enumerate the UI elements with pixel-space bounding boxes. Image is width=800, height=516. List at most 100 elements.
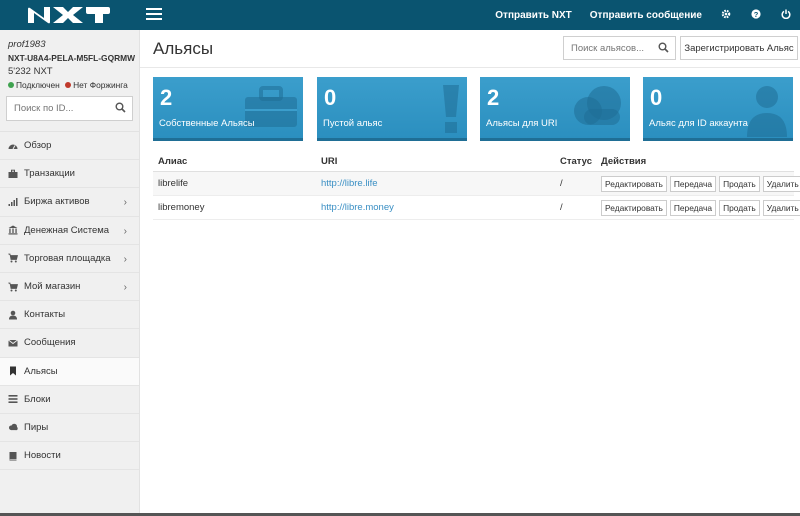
power-icon[interactable] (780, 9, 792, 22)
column-header-uri[interactable]: URI (321, 152, 337, 171)
send-message-link[interactable]: Отправить сообщение (590, 10, 702, 21)
aliases-table: Алиас URI Статус Действия librelife http… (153, 152, 800, 220)
alias-status: / (560, 202, 563, 213)
stat-card-empty-alias[interactable]: 0 Пустой альяс (317, 77, 467, 141)
edit-button[interactable]: Редактировать (601, 199, 667, 216)
stats-cards: 2 Собственные Альясы 0 Пустой альяс 2 Ал… (153, 77, 798, 141)
id-search-input[interactable] (7, 97, 132, 120)
forging-status-label[interactable]: Нет Форжинга (73, 80, 128, 90)
alias-name: libremoney (158, 202, 205, 213)
sidebar-item-blocks[interactable]: Блоки (0, 386, 139, 414)
chevron-right-icon: › (123, 281, 127, 293)
account-balance: 5'232 NXT (8, 66, 53, 77)
row-actions: Редактировать Передача Продать Удалить (601, 172, 800, 195)
column-header-actions: Действия (601, 156, 647, 167)
sidebar: prof1983 NXT-U8A4-PELA-M5FL-GQRMW 5'232 … (0, 30, 140, 516)
page-title: Альясы (153, 39, 214, 58)
signal-icon (8, 197, 18, 207)
list-icon (8, 394, 18, 404)
sidebar-item-label: Альясы (24, 365, 58, 377)
sidebar-item-label: Транзакции (24, 168, 75, 180)
sidebar-item-peers[interactable]: Пиры (0, 414, 139, 443)
sidebar-item-label: Обзор (24, 140, 52, 152)
alias-uri-link[interactable]: http://libre.life (321, 178, 378, 189)
stat-card-own-aliases[interactable]: 2 Собственные Альясы (153, 77, 303, 141)
gear-icon[interactable] (720, 9, 732, 22)
top-navbar: Отправить NXT Отправить сообщение ? (0, 0, 800, 30)
stat-value: 2 (160, 85, 173, 110)
table-row: libremoney http://libre.money / Редактир… (153, 196, 800, 220)
delete-button[interactable]: Удалить (762, 175, 800, 192)
sidebar-item-dashboard[interactable]: Обзор (0, 132, 139, 161)
column-header-alias[interactable]: Алиас (158, 152, 187, 171)
id-search-box (6, 96, 133, 121)
exclamation-icon (439, 83, 463, 138)
search-icon[interactable] (658, 42, 669, 56)
sidebar-item-messages[interactable]: Сообщения (0, 329, 139, 358)
sidebar-item-marketplace[interactable]: Торговая площадка › (0, 245, 139, 273)
sidebar-item-label: Торговая площадка (24, 252, 111, 264)
search-icon[interactable] (115, 102, 126, 116)
sidebar-menu: Обзор Транзакции Биржа активов › Денежна… (0, 131, 139, 471)
sidebar-item-label: Мой магазин (24, 281, 81, 293)
sidebar-item-label: Пиры (24, 421, 49, 433)
bookmark-icon (8, 366, 18, 376)
sidebar-item-label: Биржа активов (24, 196, 90, 208)
page-header: Альясы Зарегистрировать Альяс (140, 30, 800, 68)
stat-label: Альясы для URI (486, 118, 558, 129)
sidebar-item-label: Денежная Система (24, 224, 110, 236)
user-icon (745, 83, 789, 138)
sidebar-item-monetary-system[interactable]: Денежная Система › (0, 217, 139, 245)
stat-label: Альяс для ID аккаунта (649, 118, 748, 129)
stat-label: Собственные Альясы (159, 118, 255, 129)
column-header-status[interactable]: Статус (560, 152, 592, 171)
transfer-button[interactable]: Передача (669, 199, 717, 216)
account-id[interactable]: NXT-U8A4-PELA-M5FL-GQRMW (8, 53, 135, 63)
sidebar-item-label: Блоки (24, 393, 51, 405)
edit-button[interactable]: Редактировать (601, 175, 667, 192)
sidebar-item-label: Новости (24, 450, 61, 462)
table-header-row: Алиас URI Статус Действия (153, 152, 794, 172)
account-info: prof1983 NXT-U8A4-PELA-M5FL-GQRMW 5'232 … (0, 30, 139, 90)
menu-toggle-icon[interactable] (146, 8, 162, 21)
bank-icon (8, 225, 18, 235)
dashboard-icon (8, 141, 18, 151)
chevron-right-icon: › (123, 253, 127, 265)
connected-status-dot (8, 82, 14, 88)
stat-value: 0 (324, 85, 337, 110)
connected-status-label: Подключен (16, 80, 60, 90)
sidebar-item-contacts[interactable]: Контакты (0, 301, 139, 330)
sidebar-item-transactions[interactable]: Транзакции (0, 160, 139, 189)
sell-button[interactable]: Продать (719, 199, 760, 216)
stat-value: 0 (650, 85, 663, 110)
sidebar-item-asset-exchange[interactable]: Биржа активов › (0, 188, 139, 217)
sidebar-item-aliases[interactable]: Альясы (0, 357, 139, 386)
cart-icon (8, 253, 18, 263)
alias-status: / (560, 178, 563, 189)
envelope-icon (8, 338, 18, 348)
question-icon[interactable]: ? (750, 8, 762, 22)
sell-button[interactable]: Продать (719, 175, 760, 192)
table-row: librelife http://libre.life / Редактиров… (153, 172, 800, 196)
delete-button[interactable]: Удалить (762, 199, 800, 216)
book-icon (8, 451, 18, 461)
sidebar-item-label: Контакты (24, 309, 66, 321)
stat-card-uri-aliases[interactable]: 2 Альясы для URI (480, 77, 630, 141)
cart-icon (8, 282, 18, 292)
send-nxt-link[interactable]: Отправить NXT (495, 10, 572, 21)
forging-status-dot (65, 82, 72, 88)
nxt-logo[interactable] (26, 6, 110, 24)
stat-card-account-id-alias[interactable]: 0 Альяс для ID аккаунта (643, 77, 793, 141)
alias-name: librelife (158, 178, 189, 189)
register-alias-button[interactable]: Зарегистрировать Альяс (680, 36, 798, 60)
alias-uri-link[interactable]: http://libre.money (321, 202, 394, 213)
sidebar-item-my-store[interactable]: Мой магазин › (0, 273, 139, 302)
sidebar-item-news[interactable]: Новости (0, 442, 139, 471)
sidebar-item-label: Сообщения (24, 337, 76, 349)
svg-text:?: ? (754, 10, 759, 19)
transfer-button[interactable]: Передача (669, 175, 717, 192)
cloud-icon (8, 422, 18, 432)
chevron-right-icon: › (123, 197, 127, 209)
account-username[interactable]: prof1983 (8, 39, 131, 50)
connection-status: Подключен Нет Форжинга (8, 80, 131, 90)
